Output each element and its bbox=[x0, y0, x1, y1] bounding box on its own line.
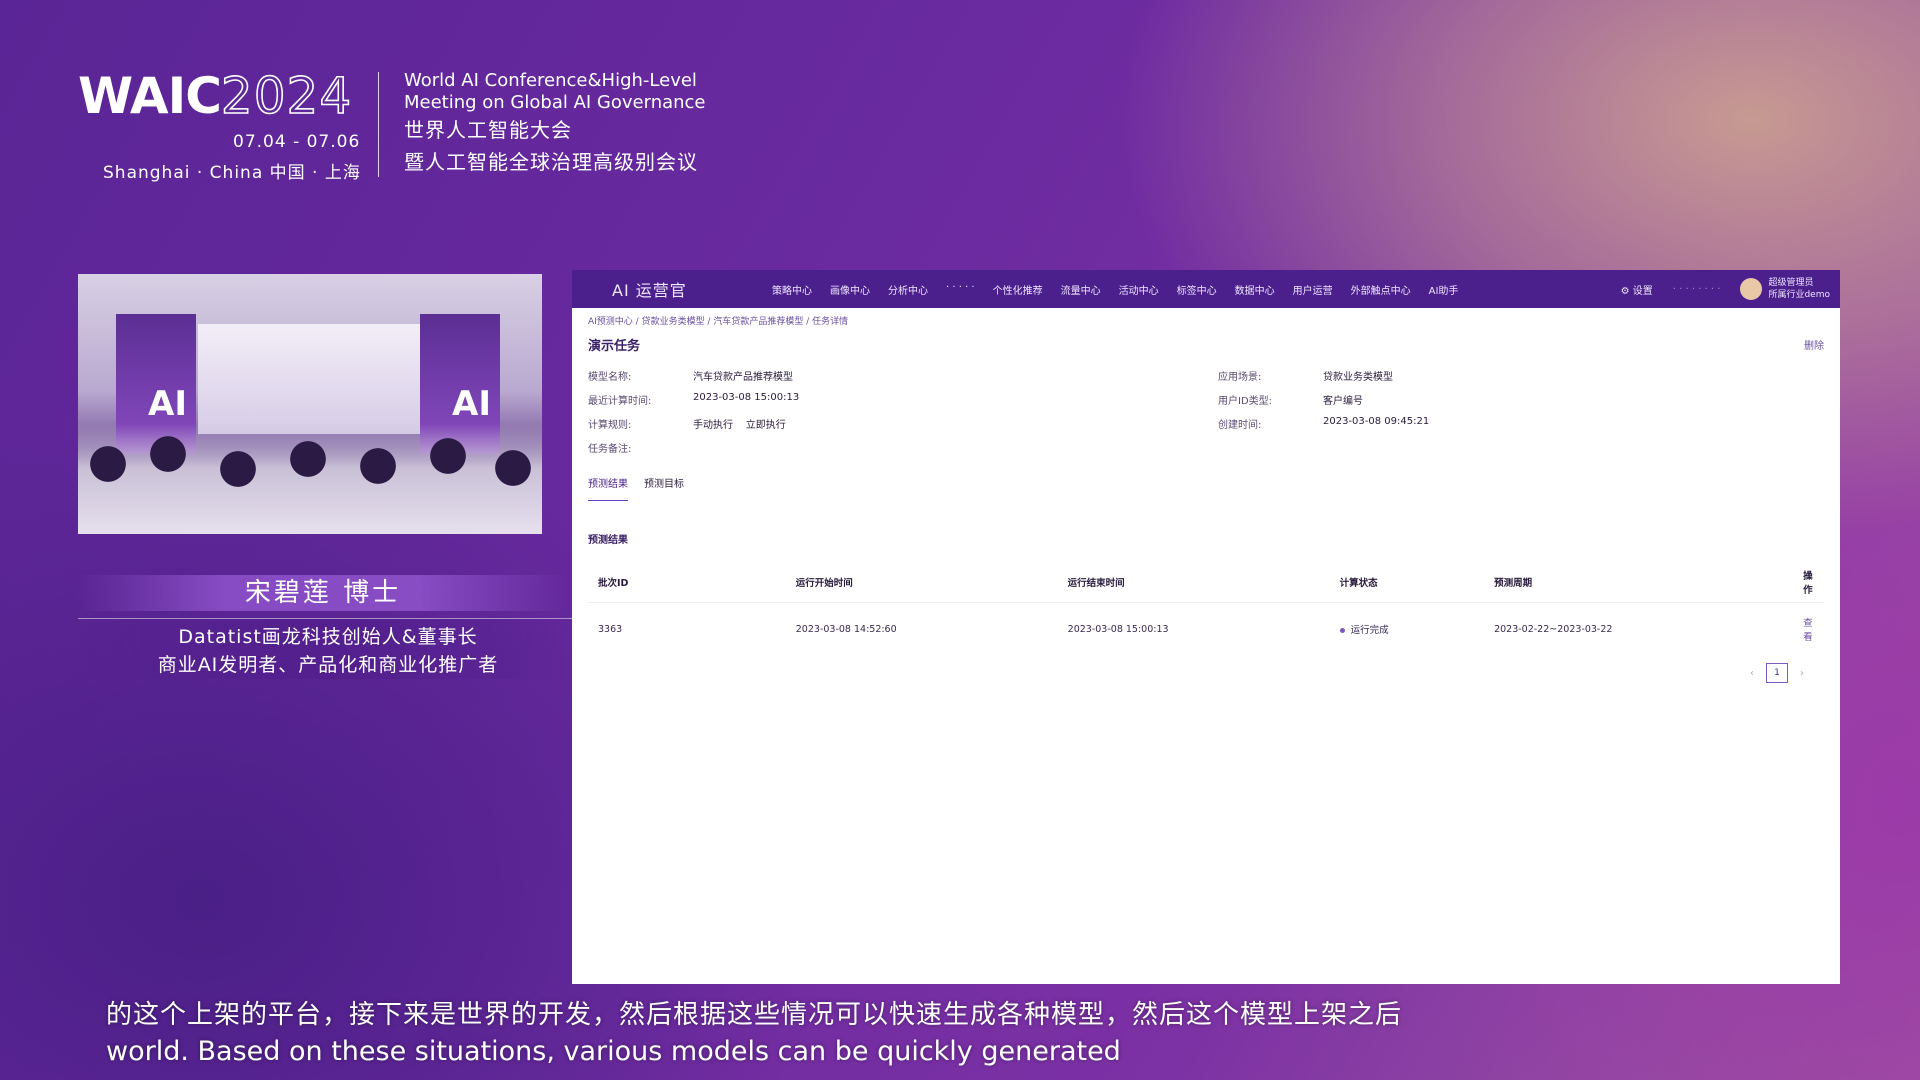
table-row: 3363 2023-03-08 14:52:60 2023-03-08 15:0… bbox=[588, 603, 1824, 656]
speaker-name: 宋碧莲 博士 bbox=[78, 575, 568, 611]
breadcrumb[interactable]: AI预测中心 / 贷款业务类模型 / 汽车贷款产品推荐模型 / 任务详情 bbox=[588, 314, 1824, 327]
status-text: 运行完成 bbox=[1350, 625, 1389, 636]
user-id-type-label: 用户ID类型: bbox=[1218, 396, 1273, 407]
cell-start-time: 2023-03-08 14:52:60 bbox=[795, 623, 897, 635]
col-period: 预测周期 bbox=[1484, 562, 1794, 603]
pagination: ‹ 1 › bbox=[588, 663, 1824, 683]
app-brand: AI 运营官 bbox=[612, 281, 687, 300]
model-name-label: 模型名称: bbox=[588, 372, 632, 383]
user-id-type-value: 客户编号 bbox=[1323, 396, 1363, 407]
page-number-button[interactable]: 1 bbox=[1766, 663, 1788, 683]
col-action: 操作 bbox=[1793, 562, 1824, 603]
conference-title-cn-1: 世界人工智能大会 bbox=[404, 118, 572, 142]
waic-logo: WAIC2024 07.04 - 07.06 Shanghai · China … bbox=[78, 67, 360, 183]
top-nav-bar: AI 运营官 策略中心 画像中心 分析中心 · · · · · 个性化推荐 流量… bbox=[572, 270, 1840, 308]
conference-dates: 07.04 - 07.06 bbox=[233, 132, 361, 152]
user-role: 超级管理员 bbox=[1768, 278, 1814, 288]
conference-title: World AI Conference&High-Level Meeting o… bbox=[404, 70, 706, 178]
blurred-text: · · · · · · · · bbox=[1672, 283, 1721, 295]
app-window: AI 运营官 策略中心 画像中心 分析中心 · · · · · 个性化推荐 流量… bbox=[572, 270, 1840, 984]
calc-rule-label: 计算规则: bbox=[588, 420, 632, 431]
col-start-time: 运行开始时间 bbox=[785, 562, 1058, 603]
scenario-label: 应用场景: bbox=[1218, 372, 1262, 383]
nav-strategy[interactable]: 策略中心 bbox=[772, 282, 812, 297]
prev-page-button[interactable]: ‹ bbox=[1750, 668, 1754, 679]
nav-touchpoints[interactable]: 外部触点中心 bbox=[1351, 282, 1411, 297]
audience bbox=[78, 424, 542, 534]
nav-blurred[interactable]: · · · · · bbox=[946, 282, 975, 297]
gear-icon: ⚙ bbox=[1620, 285, 1630, 297]
nav-analysis[interactable]: 分析中心 bbox=[888, 282, 928, 297]
user-industry: 所属行业demo bbox=[1768, 290, 1830, 300]
rule-manual: 手动执行 bbox=[693, 420, 733, 431]
created-value: 2023-03-08 09:45:21 bbox=[1323, 416, 1430, 427]
subtitle-cn: 的这个上架的平台，接下来是世界的开发，然后根据这些情况可以快速生成各种模型，然后… bbox=[106, 1000, 1403, 1030]
logo-word: WAIC bbox=[78, 67, 222, 125]
calc-rule-value: 手动执行 立即执行 bbox=[693, 416, 1218, 431]
col-status: 计算状态 bbox=[1329, 562, 1485, 603]
model-name-value: 汽车贷款产品推荐模型 bbox=[693, 372, 793, 383]
created-label: 创建时间: bbox=[1218, 420, 1262, 431]
user-info: 超级管理员 所属行业demo bbox=[1768, 277, 1830, 301]
view-link[interactable]: 查看 bbox=[1803, 618, 1813, 643]
cell-action: 查看 bbox=[1793, 603, 1824, 656]
speaker-description: Datatist画龙科技创始人&董事长 商业AI发明者、产品化和商业化推广者 bbox=[78, 618, 578, 679]
speaker-video: AI AI bbox=[78, 274, 542, 534]
tab-prediction-result[interactable]: 预测结果 bbox=[588, 475, 628, 501]
page-title: 演示任务 bbox=[588, 339, 641, 354]
nav-ai-assistant[interactable]: AI助手 bbox=[1429, 282, 1459, 297]
stage-screen bbox=[198, 324, 428, 434]
logo-year: 2024 bbox=[220, 67, 353, 125]
last-calc-value: 2023-03-08 15:00:13 bbox=[693, 392, 800, 403]
conference-city: Shanghai · China 中国 · 上海 bbox=[103, 163, 361, 183]
title-row: 演示任务 删除 bbox=[588, 335, 1824, 354]
banner-ai-left: AI bbox=[148, 384, 187, 424]
table-header-row: 批次ID 运行开始时间 运行结束时间 计算状态 预测周期 操作 bbox=[588, 562, 1824, 603]
col-batch-id: 批次ID bbox=[588, 562, 786, 603]
rule-now: 立即执行 bbox=[745, 420, 786, 431]
banner-ai-right: AI bbox=[452, 384, 491, 424]
settings-button[interactable]: ⚙ 设置 bbox=[1621, 282, 1653, 297]
nav-data[interactable]: 数据中心 bbox=[1235, 282, 1275, 297]
cell-batch-id: 3363 bbox=[598, 623, 623, 635]
nav-traffic[interactable]: 流量中心 bbox=[1061, 282, 1101, 297]
col-end-time: 运行结束时间 bbox=[1057, 562, 1330, 603]
main-content: AI预测中心 / 贷款业务类模型 / 汽车贷款产品推荐模型 / 任务详情 演示任… bbox=[572, 308, 1840, 689]
remark-label: 任务备注: bbox=[588, 444, 632, 455]
nav-recommend[interactable]: 个性化推荐 bbox=[993, 282, 1043, 297]
conference-title-en-2: Meeting on Global AI Governance bbox=[404, 92, 706, 113]
logo-divider bbox=[378, 72, 379, 177]
tab-prediction-target[interactable]: 预测目标 bbox=[644, 475, 684, 501]
detail-tabs: 预测结果 预测目标 bbox=[588, 475, 1824, 501]
nav-profile[interactable]: 画像中心 bbox=[830, 282, 870, 297]
top-right-area: ⚙ 设置 · · · · · · · · 超级管理员 所属行业demo bbox=[1621, 277, 1840, 301]
nav-user-ops[interactable]: 用户运营 bbox=[1293, 282, 1333, 297]
conference-title-en-1: World AI Conference&High-Level bbox=[404, 70, 697, 91]
last-calc-label: 最近计算时间: bbox=[588, 396, 652, 407]
result-table: 批次ID 运行开始时间 运行结束时间 计算状态 预测周期 操作 3363 202… bbox=[588, 562, 1824, 655]
next-page-button[interactable]: › bbox=[1800, 668, 1804, 679]
section-title: 预测结果 bbox=[588, 535, 628, 546]
settings-label: 设置 bbox=[1632, 285, 1653, 297]
cell-end-time: 2023-03-08 15:00:13 bbox=[1067, 623, 1169, 635]
nav-campaign[interactable]: 活动中心 bbox=[1119, 282, 1159, 297]
logo-wordmark: WAIC2024 bbox=[78, 67, 353, 125]
speaker-desc-line1: Datatist画龙科技创始人&董事长 bbox=[178, 626, 478, 648]
user-menu[interactable]: 超级管理员 所属行业demo bbox=[1740, 277, 1830, 301]
main-nav: 策略中心 画像中心 分析中心 · · · · · 个性化推荐 流量中心 活动中心… bbox=[772, 282, 1621, 297]
delete-button[interactable]: 删除 bbox=[1804, 337, 1824, 352]
nav-tags[interactable]: 标签中心 bbox=[1177, 282, 1217, 297]
cell-status: 运行完成 bbox=[1330, 603, 1485, 656]
subtitle-en: world. Based on these situations, variou… bbox=[106, 1036, 1121, 1067]
speaker-desc-line2: 商业AI发明者、产品化和商业化推广者 bbox=[157, 654, 499, 676]
cell-period: 2023-02-22~2023-03-22 bbox=[1494, 623, 1613, 635]
avatar bbox=[1740, 278, 1763, 300]
status-dot-icon bbox=[1339, 628, 1345, 633]
conference-title-cn-2: 暨人工智能全球治理高级别会议 bbox=[404, 150, 698, 174]
scenario-value: 贷款业务类模型 bbox=[1323, 372, 1393, 383]
task-info: 模型名称: 汽车贷款产品推荐模型 应用场景: 贷款业务类模型 最近计算时间: 2… bbox=[588, 368, 1824, 455]
